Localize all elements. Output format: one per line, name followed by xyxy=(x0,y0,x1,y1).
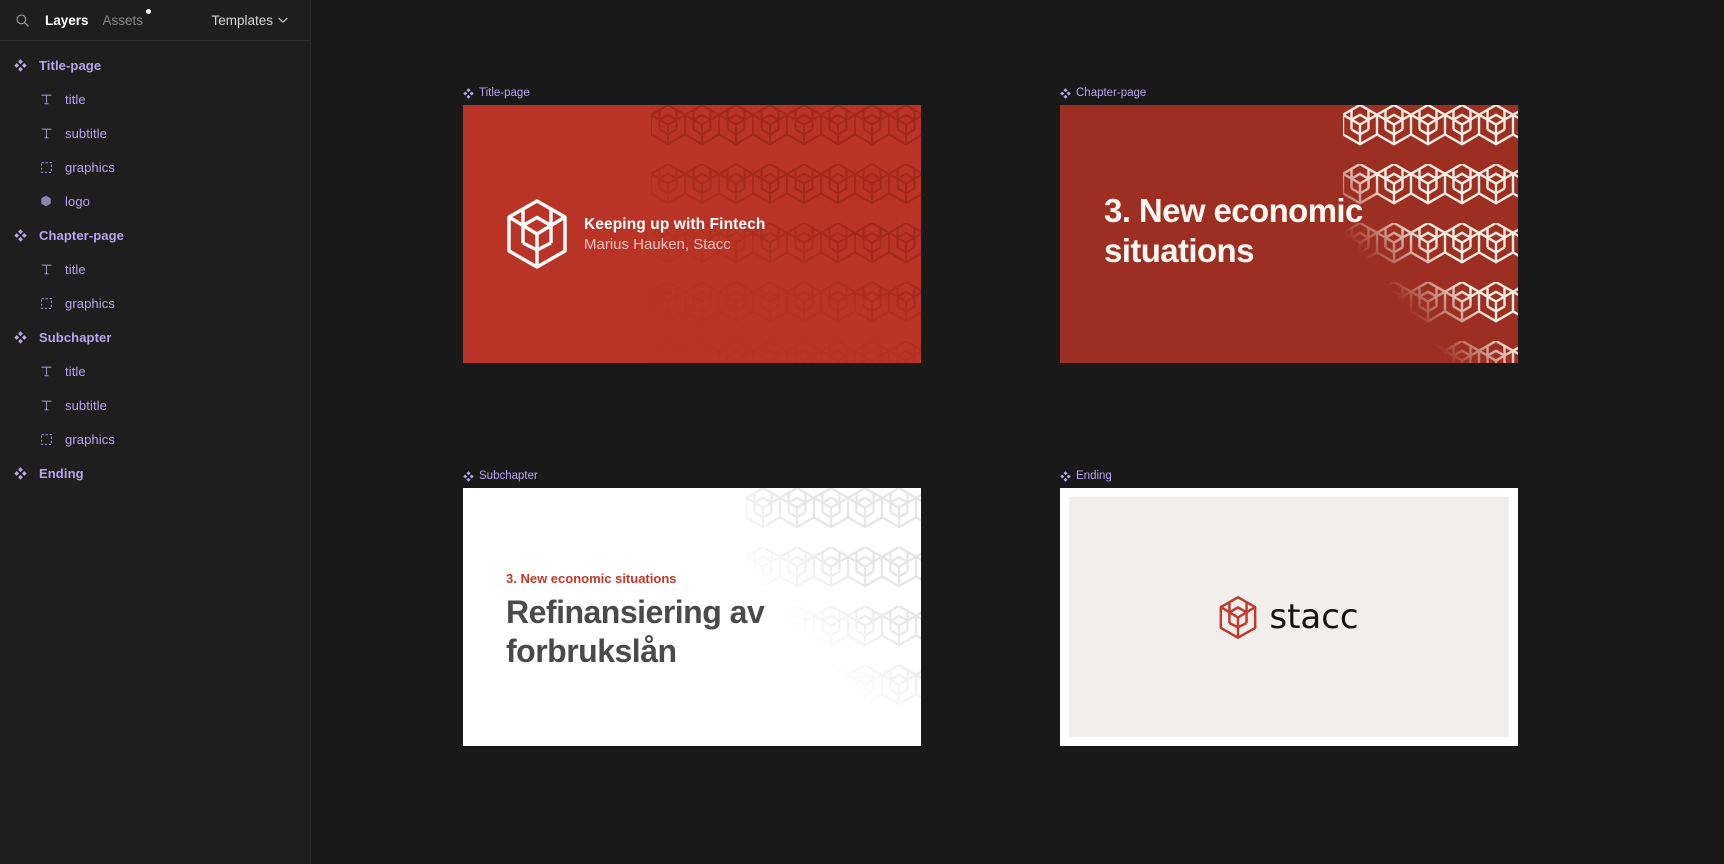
layer-row-logo[interactable]: logo xyxy=(0,184,310,218)
frame-label-ending[interactable]: Ending xyxy=(1060,469,1518,483)
frame-icon xyxy=(38,159,54,175)
slide-eyebrow-text: 3. New economic situations xyxy=(506,570,677,586)
layer-row-subtitle[interactable]: subtitle xyxy=(0,388,310,422)
frame-label-chapter-page[interactable]: Chapter-page xyxy=(1060,86,1518,100)
frame-label-text: Ending xyxy=(1076,470,1112,482)
design-canvas[interactable]: Title-page Keeping up with Fintech Mariu… xyxy=(311,0,1724,864)
component-icon xyxy=(1060,87,1071,99)
slide-chapter-page[interactable]: 3. New economic situations xyxy=(1060,105,1518,363)
subchapter-content: 3. New economic situations Refinansierin… xyxy=(506,571,921,671)
search-icon[interactable] xyxy=(12,10,32,30)
text-icon xyxy=(38,125,54,141)
layer-row-graphics[interactable]: graphics xyxy=(0,286,310,320)
tab-layers-label: Layers xyxy=(45,12,89,28)
chevron-down-icon xyxy=(278,17,288,23)
frame-icon xyxy=(38,431,54,447)
layer-name-label: title xyxy=(65,91,86,107)
frame-subchapter[interactable]: Subchapter 3. New economic situations Re… xyxy=(463,469,921,746)
ending-inner-panel: stacc xyxy=(1069,497,1509,737)
tab-assets-label: Assets xyxy=(102,12,144,28)
stacc-cube-logo-icon xyxy=(1219,595,1257,639)
layer-name-label: title xyxy=(65,363,86,379)
text-icon xyxy=(38,363,54,379)
slide-title-text: 3. New economic situations xyxy=(1104,192,1363,269)
component-icon xyxy=(12,329,28,345)
polygon-icon xyxy=(38,193,54,209)
frame-chapter-page[interactable]: Chapter-page 3. New economic situations xyxy=(1060,86,1518,363)
slide-title-text: Keeping up with Fintech xyxy=(584,216,766,234)
layer-row-title[interactable]: title xyxy=(0,354,310,388)
app-root: Layers Assets Templates Title-page title s… xyxy=(0,0,1724,864)
layer-name-label: title xyxy=(65,261,86,277)
layer-row-title-page[interactable]: Title-page xyxy=(0,48,310,82)
frame-label-subchapter[interactable]: Subchapter xyxy=(463,469,921,483)
templates-dropdown-label: Templates xyxy=(211,12,273,28)
layer-tree[interactable]: Title-page title subtitle graphics logo Chapt… xyxy=(0,41,310,864)
layer-name-label: subtitle xyxy=(65,397,107,413)
layer-row-title[interactable]: title xyxy=(0,82,310,116)
layer-name-label: Ending xyxy=(39,465,84,481)
frame-title-page[interactable]: Title-page Keeping up with Fintech Mariu… xyxy=(463,86,921,363)
text-icon xyxy=(38,91,54,107)
templates-dropdown[interactable]: Templates xyxy=(211,13,288,28)
slide-title-page[interactable]: Keeping up with Fintech Marius Hauken, S… xyxy=(463,105,921,363)
text-icon xyxy=(38,261,54,277)
layer-row-title[interactable]: title xyxy=(0,252,310,286)
assets-badge-dot xyxy=(146,8,152,14)
layer-name-label: graphics xyxy=(65,431,115,447)
component-icon xyxy=(12,465,28,481)
left-sidebar: Layers Assets Templates Title-page title s… xyxy=(0,0,311,864)
layer-row-subtitle[interactable]: subtitle xyxy=(0,116,310,150)
frame-icon xyxy=(38,295,54,311)
layer-name-label: graphics xyxy=(65,295,115,311)
slide-subtitle-text: Marius Hauken, Stacc xyxy=(584,236,731,254)
layer-name-label: Chapter-page xyxy=(39,227,124,243)
slide-title-text: Refinansiering av forbrukslån xyxy=(506,593,765,670)
tab-layers[interactable]: Layers xyxy=(38,10,96,31)
layer-row-graphics[interactable]: graphics xyxy=(0,422,310,456)
layer-name-label: logo xyxy=(65,193,90,209)
slide-subchapter[interactable]: 3. New economic situations Refinansierin… xyxy=(463,488,921,746)
frame-label-text: Subchapter xyxy=(479,470,538,482)
slide-ending[interactable]: stacc xyxy=(1060,488,1518,746)
frame-label-text: Title-page xyxy=(479,87,530,99)
frame-label-title-page[interactable]: Title-page xyxy=(463,86,921,100)
tab-assets[interactable]: Assets xyxy=(96,8,152,31)
frame-label-text: Chapter-page xyxy=(1076,87,1147,99)
title-page-content: Keeping up with Fintech Marius Hauken, S… xyxy=(506,199,765,269)
frame-ending[interactable]: Ending stacc xyxy=(1060,469,1518,746)
component-icon xyxy=(463,87,474,99)
stacc-cube-logo-icon xyxy=(507,199,567,269)
stacc-wordmark: stacc xyxy=(1269,597,1359,637)
component-icon xyxy=(12,227,28,243)
layer-name-label: Title-page xyxy=(39,57,102,73)
layer-name-label: graphics xyxy=(65,159,115,175)
layer-row-ending[interactable]: Ending xyxy=(0,456,310,490)
layer-name-label: subtitle xyxy=(65,125,107,141)
layer-row-graphics[interactable]: graphics xyxy=(0,150,310,184)
component-icon xyxy=(12,57,28,73)
text-icon xyxy=(38,397,54,413)
sidebar-header: Layers Assets Templates xyxy=(0,0,310,41)
layer-name-label: Subchapter xyxy=(39,329,112,345)
component-icon xyxy=(463,470,474,482)
layer-row-chapter-page[interactable]: Chapter-page xyxy=(0,218,310,252)
layer-row-subchapter[interactable]: Subchapter xyxy=(0,320,310,354)
component-icon xyxy=(1060,470,1071,482)
